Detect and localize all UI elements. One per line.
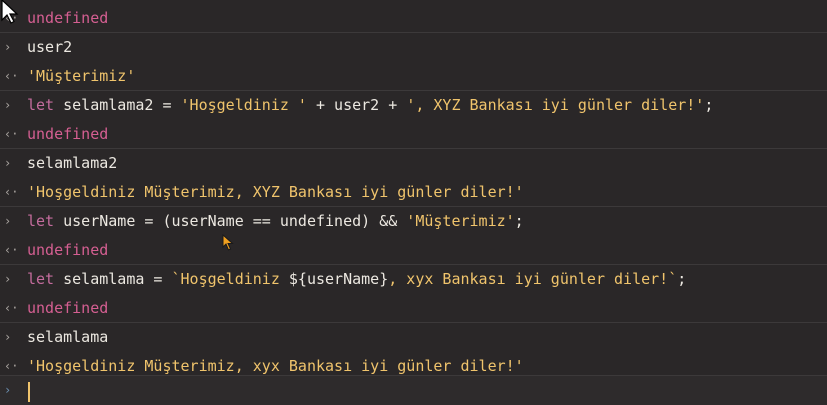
code-token: selamlama2 = [63,96,181,114]
console-line-text: undefined [27,4,108,32]
console-line-text: user2 [27,33,72,61]
code-token: selamlama = [63,270,172,288]
console-input-entry: › let userName = (userName == undefined) … [0,207,827,236]
chevron-right-icon: › [4,98,12,112]
code-token: ${userName} [288,270,389,288]
console-output-entry[interactable]: ‹· undefined [0,120,827,149]
prompt-chevron-icon: › [4,383,12,397]
return-arrow-icon: ‹· [4,301,19,315]
console-line-text: let userName = (userName == undefined) &… [27,207,524,235]
code-token: 'Müşterimiz' [406,212,515,230]
code-token: undefined [27,299,109,317]
code-token: `Hoşgeldiniz [171,270,289,288]
code-token: undefined [27,125,109,143]
code-token: , xyx Bankası iyi günler diler!` [388,270,678,288]
console-line-text: 'Hoşgeldiniz Müşterimiz, XYZ Bankası iyi… [27,178,524,206]
return-arrow-icon: ‹· [4,127,19,141]
console-input-entry: › user2 [0,33,827,62]
code-token: 'Hoşgeldiniz ' [180,96,307,114]
code-token: selamlama2 [27,154,118,172]
code-token: ; [514,212,524,230]
console-line-text: let selamlama = `Hoşgeldiniz ${userName}… [27,265,686,293]
console-line-text: undefined [27,294,108,322]
console-input[interactable] [27,379,817,403]
console-line-text: 'Müşterimiz' [27,62,135,90]
console-input-entry: › selamlama [0,323,827,352]
code-token: 'Hoşgeldiniz Müşterimiz, XYZ Bankası iyi… [27,183,524,201]
console-input-entry: › selamlama2 [0,149,827,178]
chevron-right-icon: › [4,272,12,286]
code-token: user2 [27,38,73,56]
code-token: ; [677,270,687,288]
return-arrow-icon: ‹· [4,243,19,257]
console-panel: ‹·undefined›user2‹·'Müşterimiz'›let sela… [0,0,827,405]
console-line-text: undefined [27,120,108,148]
chevron-right-icon: › [4,214,12,228]
chevron-right-icon: › [4,330,12,344]
console-line-text: selamlama2 [27,149,117,177]
console-output-entry[interactable]: ‹·undefined [0,4,827,33]
code-token: let [27,212,64,230]
code-token: 'Hoşgeldiniz Müşterimiz, xyx Bankası iyi… [27,357,524,375]
code-token: + user2 + [306,96,407,114]
code-token: undefined [27,9,109,27]
console-output-entry[interactable]: ‹· undefined [0,236,827,265]
text-caret [28,382,30,402]
console-output-entry[interactable]: ‹· 'Hoşgeldiniz Müşterimiz, XYZ Bankası i… [0,178,827,207]
code-token: 'Müşterimiz' [27,67,136,85]
code-token: let [27,270,64,288]
code-token: userName = (userName == undefined) && [63,212,407,230]
pointer-cursor-icon [222,234,234,251]
return-arrow-icon: ‹· [4,185,19,199]
console-input-entry: › let selamlama2 = 'Hoşgeldiniz ' + user2… [0,91,827,120]
console-line-text: selamlama [27,323,108,351]
console-input-entry: › let selamlama = `Hoşgeldiniz ${userName… [0,265,827,294]
arrow-cursor-icon [1,0,19,24]
console-output-entry[interactable]: ‹· undefined [0,294,827,323]
code-token: ; [704,96,714,114]
console-output-entry[interactable]: ‹· 'Müşterimiz' [0,62,827,91]
console-line-text: undefined [27,236,108,264]
console-prompt-row[interactable]: › [0,375,827,405]
code-token: let [27,96,64,114]
console-line-text: let selamlama2 = 'Hoşgeldiniz ' + user2 … [27,91,713,119]
code-token: selamlama [27,328,109,346]
code-token: ', XYZ Bankası iyi günler diler!' [406,96,705,114]
chevron-right-icon: › [4,40,12,54]
return-arrow-icon: ‹· [4,69,19,83]
chevron-right-icon: › [4,156,12,170]
code-token: undefined [27,241,109,259]
